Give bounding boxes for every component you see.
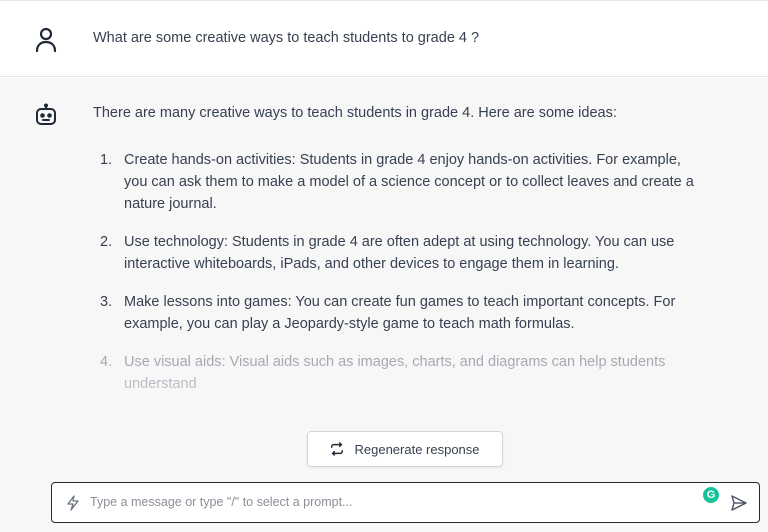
list-item: 4. Use visual aids: Visual aids such as …	[93, 351, 703, 395]
message-input[interactable]	[90, 483, 690, 521]
list-item: 2. Use technology: Students in grade 4 a…	[93, 231, 703, 275]
grammar-checker-icon[interactable]: G	[703, 487, 719, 503]
bot-icon	[36, 103, 56, 125]
list-item-number: 1.	[100, 152, 113, 168]
list-item-number: 4.	[100, 354, 113, 370]
ideas-list: 1. Create hands-on activities: Students …	[93, 149, 703, 411]
list-item-number: 2.	[100, 234, 113, 250]
repeat-icon	[331, 442, 344, 456]
list-item: 1. Create hands-on activities: Students …	[93, 149, 703, 215]
list-item-text: Use technology: Students in grade 4 are …	[124, 234, 675, 272]
assistant-intro-text: There are many creative ways to teach st…	[93, 105, 617, 121]
send-icon[interactable]	[730, 494, 748, 512]
user-message-row: What are some creative ways to teach stu…	[0, 1, 768, 77]
list-item-text: Use visual aids: Visual aids such as ima…	[124, 354, 666, 392]
user-icon	[35, 27, 57, 53]
message-composer: G	[51, 482, 760, 523]
list-item-text: Make lessons into games: You can create …	[124, 294, 676, 332]
list-item: 3. Make lessons into games: You can crea…	[93, 291, 703, 335]
list-item-number: 3.	[100, 294, 113, 310]
list-item-text: Create hands-on activities: Students in …	[124, 152, 694, 212]
regenerate-label: Regenerate response	[354, 441, 480, 457]
regenerate-response-button[interactable]: Regenerate response	[307, 431, 503, 467]
lightning-icon[interactable]	[66, 495, 80, 511]
user-message-text: What are some creative ways to teach stu…	[93, 30, 480, 46]
